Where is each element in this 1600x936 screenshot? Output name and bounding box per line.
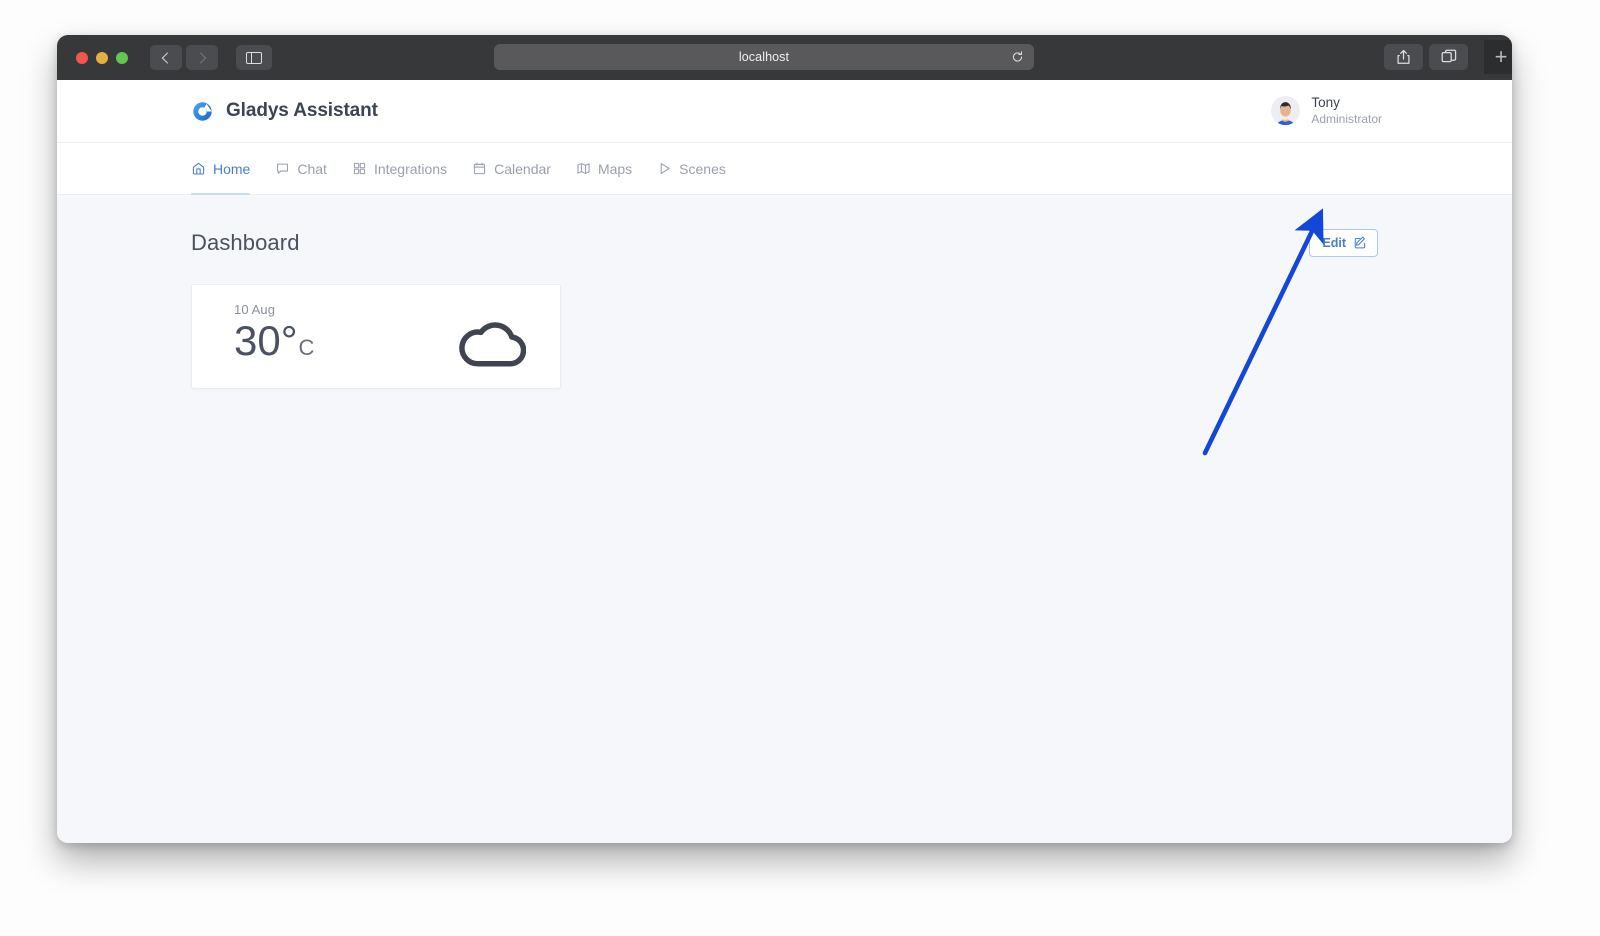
share-button[interactable] [1384, 44, 1423, 70]
calendar-icon [473, 162, 486, 175]
nav-item-calendar-label: Calendar [494, 160, 551, 177]
user-menu[interactable]: Tony Administrator [1271, 95, 1382, 127]
edit-button-label: Edit [1322, 236, 1346, 250]
integrations-icon [353, 162, 366, 175]
nav-item-calendar[interactable]: Calendar [472, 143, 551, 194]
browser-titlebar: localhost + [57, 35, 1512, 80]
maps-icon [577, 163, 590, 174]
zoom-window-button[interactable] [116, 51, 128, 64]
main-nav: Home Chat Integrations Calendar Maps Sce… [57, 143, 1512, 195]
user-role: Administrator [1311, 111, 1382, 126]
nav-item-chat-label: Chat [297, 160, 327, 177]
new-tab-button[interactable]: + [1484, 40, 1512, 74]
edit-pencil-icon [1354, 236, 1366, 249]
app-header: Gladys Assistant Tony Administrator [57, 80, 1512, 143]
address-bar[interactable]: localhost [494, 44, 1034, 70]
user-meta: Tony Administrator [1311, 95, 1382, 127]
edit-dashboard-button[interactable]: Edit [1309, 229, 1378, 257]
avatar-image [1271, 96, 1301, 126]
reload-icon[interactable] [1011, 51, 1024, 64]
minimize-window-button[interactable] [96, 51, 108, 64]
weather-card[interactable]: 10 Aug 30° C [191, 284, 561, 389]
tab-overview-button[interactable] [1429, 44, 1468, 70]
chevron-right-icon [194, 51, 207, 64]
nav-item-home-label: Home [213, 160, 251, 177]
weather-card-text: 10 Aug 30° C [234, 300, 314, 363]
back-button[interactable] [150, 45, 182, 70]
weather-temperature: 30° [234, 317, 298, 364]
nav-item-integrations[interactable]: Integrations [352, 143, 447, 194]
cloud-icon [459, 322, 526, 367]
user-name: Tony [1311, 95, 1340, 111]
dashboard-page: Dashboard Edit 10 Aug 30° C [57, 195, 1512, 843]
brand-title: Gladys Assistant [226, 100, 378, 121]
page-title: Dashboard [191, 230, 300, 255]
scenes-icon [660, 163, 670, 174]
browser-window: localhost + Gladys Assistant Tony Admini… [57, 35, 1512, 843]
nav-item-maps-label: Maps [597, 160, 633, 177]
weather-unit: C [298, 335, 315, 360]
web-app: Gladys Assistant Tony Administrator Home… [57, 80, 1512, 843]
tabs-icon [1441, 49, 1456, 63]
nav-item-home[interactable]: Home [191, 143, 251, 195]
brand[interactable]: Gladys Assistant [191, 100, 378, 123]
chevron-left-icon [161, 51, 174, 64]
share-icon [1397, 49, 1410, 64]
chat-icon [277, 163, 289, 174]
sidebar-icon [246, 51, 262, 64]
nav-item-scenes-label: Scenes [679, 160, 726, 177]
nav-item-integrations-label: Integrations [373, 160, 448, 177]
avatar [1271, 96, 1301, 126]
toggle-sidebar-button[interactable] [236, 45, 272, 70]
window-traffic-lights [76, 51, 128, 64]
gladys-logo-icon [193, 101, 212, 121]
nav-item-chat[interactable]: Chat [275, 143, 327, 194]
browser-nav-buttons [150, 45, 218, 70]
browser-toolbar-right [1384, 44, 1468, 70]
weather-date: 10 Aug [234, 302, 276, 317]
screen: localhost + Gladys Assistant Tony Admini… [0, 0, 1600, 936]
nav-item-scenes[interactable]: Scenes [657, 143, 726, 194]
close-window-button[interactable] [76, 51, 88, 64]
weather-temperature-row: 30° C [234, 317, 315, 364]
home-icon [192, 162, 205, 175]
address-bar-text: localhost [738, 50, 790, 64]
forward-button[interactable] [186, 45, 218, 70]
nav-item-maps[interactable]: Maps [576, 143, 632, 194]
page-header: Dashboard Edit [191, 229, 1378, 257]
